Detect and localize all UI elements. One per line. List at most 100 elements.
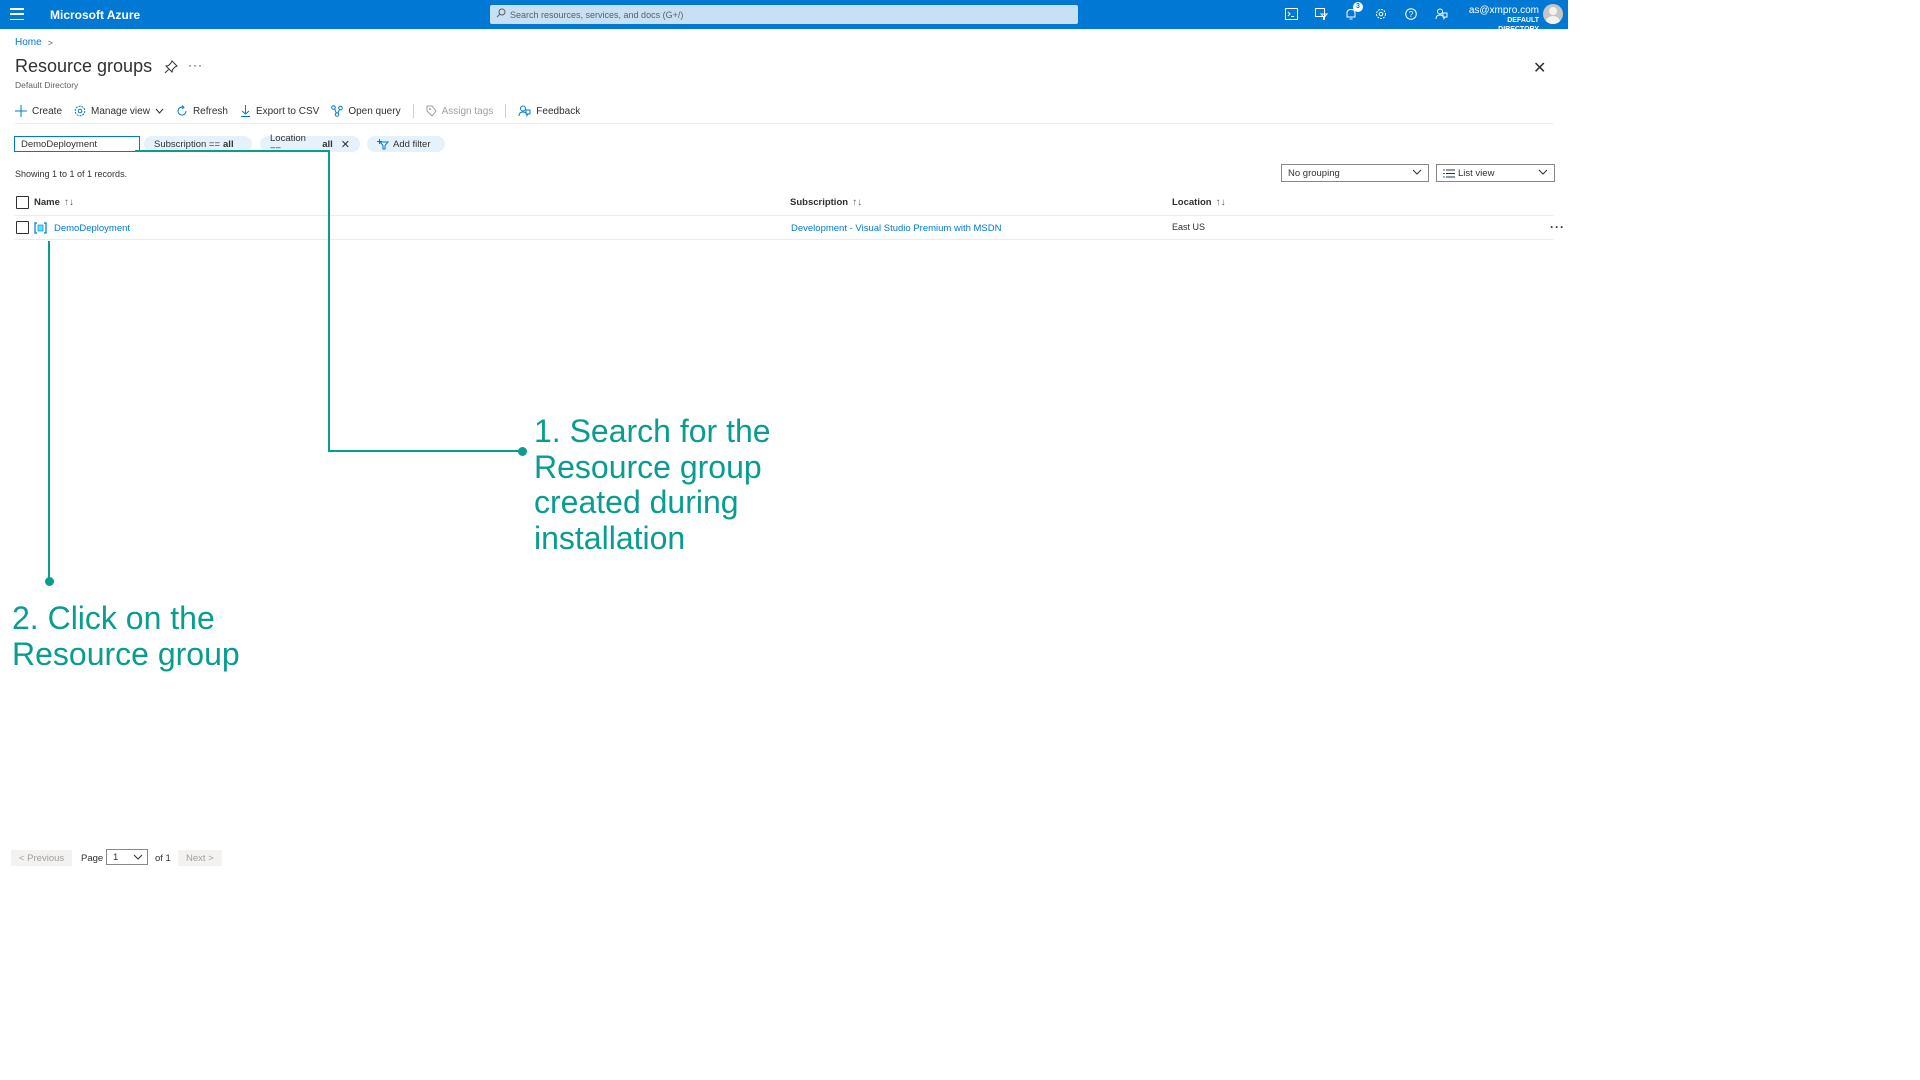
add-filter-icon (377, 138, 389, 150)
column-header-location[interactable]: Location ↑↓ (1172, 197, 1226, 208)
account-email: as@xmpro.com (1468, 5, 1539, 16)
next-page-button[interactable]: Next > (178, 850, 222, 866)
assign-tags-button[interactable]: Assign tags (426, 105, 494, 117)
grouping-dropdown[interactable]: No grouping (1281, 164, 1429, 182)
annotation-step-1-line: installation (534, 519, 686, 556)
annotation-dot-2 (45, 577, 54, 586)
page-number-value: 1 (113, 851, 119, 863)
global-search[interactable] (490, 5, 1078, 24)
page-title: Resource groups (15, 56, 153, 76)
refresh-label: Refresh (192, 105, 228, 117)
column-header-name[interactable]: Name ↑↓ (34, 197, 74, 208)
assign-tags-label: Assign tags (441, 105, 494, 117)
account-directory: DEFAULT DIRECTORY (1498, 17, 1539, 33)
directory-filter-icon[interactable] (1313, 6, 1329, 22)
annotation-step-1-line: 1. Search for the (534, 413, 771, 449)
chevron-down-icon (133, 853, 143, 864)
row-more-options-button[interactable]: ··· (1550, 220, 1565, 234)
svg-text:?: ? (1409, 10, 1414, 19)
annotation-connector-1a (135, 150, 330, 152)
pin-icon[interactable] (164, 60, 178, 74)
top-bar: Microsoft Azure 3 ? as@xmpro.com DEFAULT… (0, 0, 1568, 33)
feedback-icon (518, 105, 531, 117)
previous-page-button[interactable]: < Previous (11, 850, 73, 866)
add-filter-button[interactable]: Add filter (367, 136, 445, 152)
chevron-down-icon (1412, 168, 1422, 179)
close-button[interactable]: ✕ (1533, 58, 1546, 78)
open-query-button[interactable]: Open query (331, 105, 401, 117)
page-subtitle: Default Directory (15, 80, 79, 90)
view-selected: List view (1458, 167, 1495, 179)
annotation-step-1-line: Resource group (534, 448, 762, 485)
column-header-location-label: Location (1172, 197, 1212, 208)
refresh-button[interactable]: Refresh (176, 105, 228, 117)
annotation-dot-1 (518, 447, 527, 456)
breadcrumb-separator: > (47, 37, 53, 48)
breadcrumb: Home > (15, 37, 53, 48)
brand-title[interactable]: Microsoft Azure (50, 8, 140, 22)
manage-view-button[interactable]: Manage view (74, 105, 164, 117)
settings-icon[interactable] (1373, 6, 1389, 22)
column-header-subscription-label: Subscription (790, 197, 849, 208)
resource-group-icon (34, 222, 47, 234)
records-count-text: Showing 1 to 1 of 1 records. (15, 169, 128, 179)
view-dropdown[interactable]: List view (1436, 164, 1555, 182)
search-input[interactable] (508, 8, 1072, 21)
annotation-connector-1c (328, 450, 522, 452)
command-toolbar: Create Manage view Refresh Export to CSV… (15, 102, 592, 120)
annotation-step-1: 1. Search for the Resource group created… (534, 413, 771, 556)
divider (15, 123, 1553, 124)
breadcrumb-home[interactable]: Home (15, 37, 42, 48)
column-header-subscription[interactable]: Subscription ↑↓ (790, 197, 862, 208)
query-icon (331, 105, 344, 117)
row-divider (15, 239, 1553, 240)
open-query-label: Open query (348, 105, 401, 117)
location-filter-value: all (322, 138, 333, 150)
more-options-button[interactable]: ··· (188, 58, 203, 72)
search-icon (496, 8, 508, 21)
subscription-link[interactable]: Development - Visual Studio Premium with… (791, 223, 1001, 234)
toolbar-divider (412, 104, 414, 118)
plus-icon (15, 105, 27, 117)
row-checkbox[interactable] (16, 221, 29, 234)
refresh-icon (176, 105, 188, 117)
list-view-icon (1443, 169, 1455, 178)
page-label: Page (81, 853, 104, 864)
cloud-shell-icon[interactable] (1283, 6, 1299, 22)
page-count-label: of 1 (155, 853, 171, 864)
annotation-step-1-line: created during (534, 484, 739, 520)
help-icon[interactable]: ? (1403, 6, 1419, 22)
feedback-icon[interactable] (1433, 6, 1449, 22)
notifications-icon[interactable]: 3 (1343, 2, 1363, 22)
account-menu[interactable]: as@xmpro.com DEFAULT DIRECTORY (1468, 5, 1539, 34)
header-divider (15, 215, 1553, 216)
export-csv-button[interactable]: Export to CSV (240, 105, 319, 117)
column-header-name-label: Name (34, 197, 60, 208)
chevron-down-icon (155, 108, 164, 114)
filter-by-name-input[interactable] (14, 136, 140, 152)
export-csv-label: Export to CSV (255, 105, 320, 117)
avatar[interactable] (1543, 4, 1563, 24)
select-all-checkbox[interactable] (16, 196, 29, 209)
menu-icon[interactable] (10, 8, 24, 20)
resource-group-name-link[interactable]: DemoDeployment (54, 223, 130, 234)
sort-icon: ↑↓ (1215, 197, 1226, 208)
notification-count-badge: 3 (1353, 2, 1363, 12)
download-icon (240, 105, 251, 117)
remove-filter-icon[interactable]: ✕ (341, 138, 350, 151)
annotation-step-2-line: 2. Click on the (12, 600, 215, 636)
location-cell: East US (1172, 222, 1206, 232)
tag-icon (426, 105, 437, 117)
gear-icon (74, 105, 86, 117)
add-filter-label: Add filter (393, 138, 431, 150)
toolbar-divider (505, 104, 507, 118)
annotation-step-2-line: Resource group (12, 635, 240, 672)
sort-ascending-icon: ↑↓ (63, 197, 74, 208)
annotation-connector-2 (48, 241, 50, 581)
page-number-dropdown[interactable]: 1 (106, 849, 148, 865)
create-label: Create (32, 105, 63, 117)
create-button[interactable]: Create (15, 105, 62, 117)
annotation-connector-1b (328, 150, 330, 452)
subscription-filter-label: Subscription == (154, 138, 221, 150)
feedback-button[interactable]: Feedback (518, 105, 580, 117)
